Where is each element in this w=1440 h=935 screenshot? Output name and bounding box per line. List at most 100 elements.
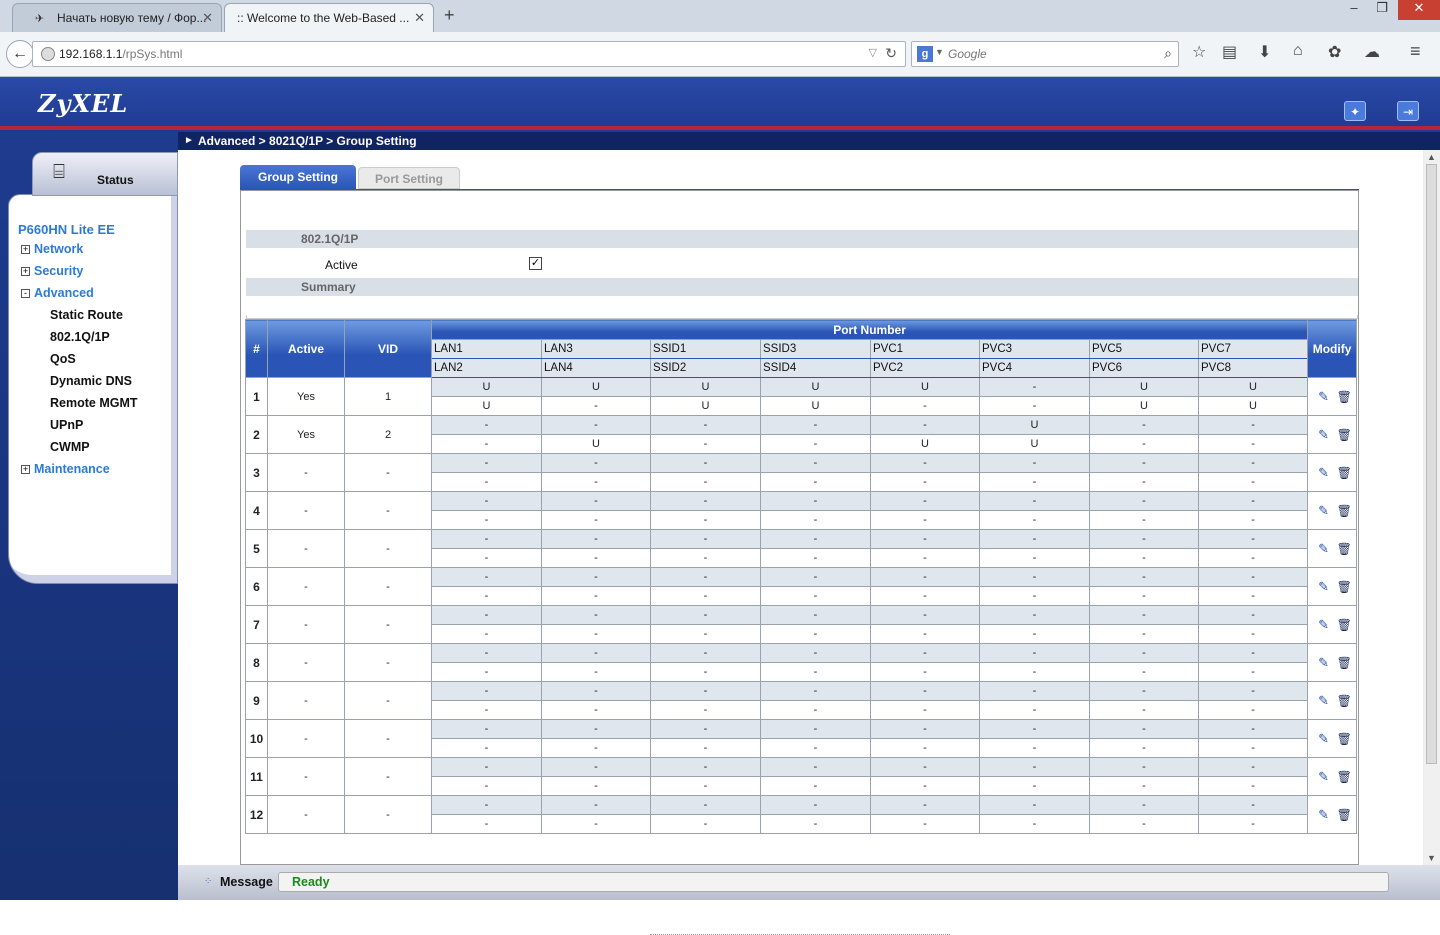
- history-dropdown-icon[interactable]: ▽: [869, 46, 877, 59]
- port-cell: -: [979, 472, 1090, 492]
- row-vid: -: [344, 453, 432, 492]
- sidebar-item-upnp[interactable]: UPnP: [50, 418, 83, 432]
- new-tab-button[interactable]: +: [444, 5, 455, 26]
- google-icon[interactable]: g: [917, 46, 933, 62]
- port-cell: -: [1089, 510, 1199, 530]
- expand-icon[interactable]: +: [21, 465, 30, 474]
- delete-icon[interactable]: 🗑: [1337, 770, 1352, 784]
- tab-group-setting[interactable]: Group Setting: [240, 165, 356, 189]
- delete-icon[interactable]: 🗑: [1337, 694, 1352, 708]
- row-number: 11: [245, 757, 268, 796]
- sync-cloud-icon[interactable]: ☁: [1364, 42, 1380, 62]
- engine-dropdown-icon[interactable]: ▼: [935, 47, 944, 57]
- home-icon[interactable]: ⌂: [1293, 42, 1303, 60]
- table-row: 1 Yes 1 U U U U U - U U ✎ 🗑: [245, 377, 1358, 416]
- port-cell: -: [541, 738, 651, 758]
- edit-icon[interactable]: ✎: [1317, 807, 1331, 822]
- menu-icon[interactable]: ≡: [1410, 41, 1421, 62]
- expand-icon[interactable]: +: [21, 267, 30, 276]
- sidebar-item-dynamic-dns[interactable]: Dynamic DNS: [50, 374, 132, 388]
- port-cell: -: [760, 757, 871, 777]
- scroll-down-icon[interactable]: ▼: [1427, 853, 1436, 863]
- edit-icon[interactable]: ✎: [1317, 769, 1331, 784]
- sidebar-item-802-1q-1p[interactable]: 802.1Q/1P: [50, 330, 110, 344]
- sidebar-item-cwmp[interactable]: CWMP: [50, 440, 90, 454]
- port-cell: -: [870, 681, 980, 701]
- port-cell: U: [979, 415, 1090, 435]
- scroll-up-icon[interactable]: ▲: [1427, 152, 1436, 162]
- sidebar-item-security[interactable]: Security: [34, 264, 83, 278]
- port-cell: -: [1089, 548, 1199, 568]
- port-cell: -: [1089, 434, 1199, 454]
- browser-tab-forum[interactable]: ✈ Начать новую тему / Фор... ✕: [12, 3, 222, 32]
- addon-icon[interactable]: ✿: [1328, 42, 1341, 62]
- edit-icon[interactable]: ✎: [1317, 465, 1331, 480]
- delete-icon[interactable]: 🗑: [1337, 656, 1352, 670]
- row-modify: ✎ 🗑: [1307, 605, 1358, 644]
- edit-icon[interactable]: ✎: [1317, 731, 1331, 746]
- delete-icon[interactable]: 🗑: [1337, 732, 1352, 746]
- browser-tab-router[interactable]: :: Welcome to the Web-Based ... ✕: [224, 3, 434, 32]
- breadcrumb: Advanced > 8021Q/1P > Group Setting: [198, 134, 417, 148]
- table-row: 6- - - - - - - - - - ✎ 🗑: [245, 567, 1358, 606]
- edit-icon[interactable]: ✎: [1317, 389, 1331, 404]
- sidebar-item-maintenance[interactable]: Maintenance: [34, 462, 110, 476]
- delete-icon[interactable]: 🗑: [1337, 808, 1352, 822]
- edit-icon[interactable]: ✎: [1317, 541, 1331, 556]
- back-button[interactable]: ←: [6, 40, 34, 68]
- close-tab-icon[interactable]: ✕: [414, 10, 425, 26]
- delete-icon[interactable]: 🗑: [1337, 466, 1352, 480]
- header-modify: Modify: [1307, 319, 1358, 378]
- port-cell: -: [1089, 529, 1199, 549]
- window-close-button[interactable]: ✕: [1398, 0, 1440, 20]
- port-label: PVC2: [870, 358, 980, 378]
- sidebar-item-qos[interactable]: QoS: [50, 352, 76, 366]
- port-cell: U: [979, 434, 1090, 454]
- edit-icon[interactable]: ✎: [1317, 617, 1331, 632]
- sidebar-item-remote-mgmt[interactable]: Remote MGMT: [50, 396, 138, 410]
- edit-icon[interactable]: ✎: [1317, 693, 1331, 708]
- port-cell: -: [1089, 491, 1199, 511]
- delete-icon[interactable]: 🗑: [1337, 542, 1352, 556]
- port-cell: -: [541, 700, 651, 720]
- port-cell: -: [870, 453, 980, 473]
- port-cell: -: [431, 719, 542, 739]
- search-box[interactable]: g ▼ Google ⌕: [911, 41, 1179, 67]
- downloads-icon[interactable]: ⬇: [1258, 42, 1271, 62]
- delete-icon[interactable]: 🗑: [1337, 428, 1352, 442]
- address-bar[interactable]: 192.168.1.1/rpSys.html ▽ ↻: [32, 41, 906, 67]
- logout-icon[interactable]: ⇥: [1397, 101, 1419, 121]
- tab-port-setting[interactable]: Port Setting: [358, 167, 460, 189]
- delete-icon[interactable]: 🗑: [1337, 580, 1352, 594]
- port-cell: -: [1089, 700, 1199, 720]
- edit-icon[interactable]: ✎: [1317, 427, 1331, 442]
- port-cell: -: [1197, 624, 1309, 644]
- port-cell: -: [1089, 415, 1199, 435]
- edit-icon[interactable]: ✎: [1317, 579, 1331, 594]
- status-tab[interactable]: ⌸ Status: [32, 152, 178, 196]
- expand-icon[interactable]: +: [21, 245, 30, 254]
- globe-icon: [41, 47, 55, 61]
- delete-icon[interactable]: 🗑: [1337, 390, 1352, 404]
- port-cell: -: [1089, 814, 1199, 834]
- bookmark-star-icon[interactable]: ☆: [1192, 42, 1206, 62]
- port-cell: -: [431, 757, 542, 777]
- active-checkbox[interactable]: ✓: [529, 257, 542, 270]
- delete-icon[interactable]: 🗑: [1337, 618, 1352, 632]
- collapse-icon[interactable]: -: [21, 289, 30, 298]
- reload-icon[interactable]: ↻: [885, 45, 897, 62]
- minimize-button[interactable]: –: [1340, 0, 1368, 20]
- wizard-icon[interactable]: ✦: [1344, 101, 1366, 121]
- scroll-thumb[interactable]: [1426, 164, 1437, 764]
- delete-icon[interactable]: 🗑: [1337, 504, 1352, 518]
- restore-button[interactable]: ❐: [1368, 0, 1396, 20]
- content-scrollbar[interactable]: ▲ ▼: [1423, 150, 1440, 865]
- edit-icon[interactable]: ✎: [1317, 655, 1331, 670]
- edit-icon[interactable]: ✎: [1317, 503, 1331, 518]
- sidebar-item-static-route[interactable]: Static Route: [50, 308, 123, 322]
- bookmarks-menu-icon[interactable]: ▤: [1222, 42, 1237, 62]
- sidebar-item-advanced[interactable]: Advanced: [34, 286, 94, 300]
- close-tab-icon[interactable]: ✕: [202, 10, 213, 26]
- sidebar-item-network[interactable]: Network: [34, 242, 83, 256]
- search-icon[interactable]: ⌕: [1164, 45, 1172, 62]
